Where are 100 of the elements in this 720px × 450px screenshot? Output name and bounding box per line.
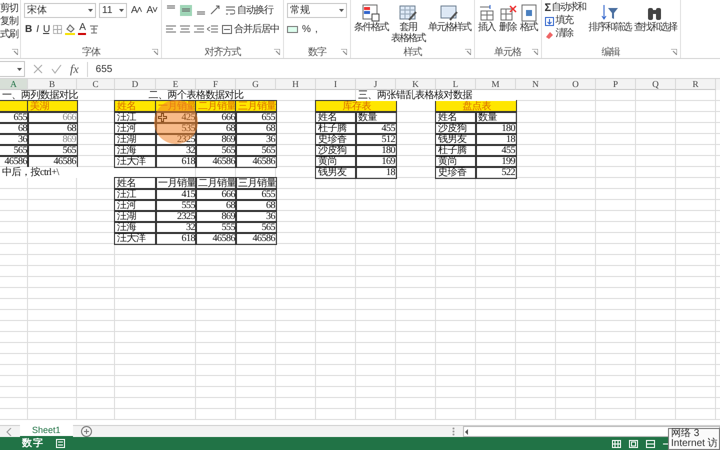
fill-down-icon bbox=[544, 16, 554, 26]
column-header[interactable]: E bbox=[156, 79, 196, 90]
column-header[interactable]: P bbox=[596, 79, 636, 90]
column-header[interactable]: J bbox=[356, 79, 396, 90]
table-cell: 180 bbox=[476, 123, 516, 134]
number-format-field[interactable]: 常规 bbox=[287, 2, 348, 18]
splitter-icon[interactable] bbox=[452, 427, 455, 436]
table-cell: 512 bbox=[356, 134, 396, 145]
font-size-button[interactable]: A˄ bbox=[130, 4, 143, 16]
table-cell: 415 bbox=[156, 189, 196, 200]
group-label: 字体 bbox=[82, 46, 100, 59]
table-cell: 455 bbox=[476, 145, 516, 156]
insert-function-button[interactable]: fx bbox=[70, 62, 79, 76]
header-cell: 三月销量 bbox=[236, 101, 276, 112]
indent-icon[interactable] bbox=[207, 24, 218, 34]
cancel-icon[interactable] bbox=[33, 64, 43, 74]
table-cell: 杜子腾 bbox=[316, 123, 356, 134]
page-layout-icon[interactable] bbox=[629, 440, 638, 448]
enter-icon[interactable] bbox=[51, 64, 62, 74]
column-header[interactable]: D bbox=[115, 79, 156, 90]
table-cell: 565 bbox=[0, 145, 28, 156]
orientation-icon[interactable] bbox=[210, 5, 222, 15]
table-cell: 869 bbox=[28, 134, 77, 145]
launcher-icon[interactable] bbox=[341, 49, 348, 55]
align-icon[interactable] bbox=[165, 24, 176, 34]
cells-button[interactable]: 格式 bbox=[520, 2, 538, 33]
table-cell: 36 bbox=[236, 211, 276, 222]
styles-button[interactable]: 单元格样式 bbox=[428, 2, 471, 33]
clipboard-button[interactable]: 式刷 bbox=[0, 28, 18, 41]
cells-button[interactable]: 删除 bbox=[498, 2, 517, 33]
editing-button[interactable]: 排序和筛选 bbox=[588, 2, 632, 46]
autosum-button[interactable]: Σ 自动求和 bbox=[544, 2, 586, 14]
sort-filter-icon bbox=[600, 4, 619, 22]
launcher-icon[interactable] bbox=[670, 49, 677, 55]
column-header[interactable]: A bbox=[0, 79, 28, 90]
column-header[interactable]: B bbox=[28, 79, 77, 90]
column-header[interactable]: F bbox=[196, 79, 236, 90]
styles-button[interactable]: 套用 表格格式 bbox=[391, 2, 426, 44]
fill-button[interactable]: 填充 bbox=[544, 15, 586, 27]
add-sheet-icon[interactable] bbox=[80, 426, 92, 437]
macro-icon[interactable] bbox=[56, 439, 65, 448]
font-size-field[interactable]: 11 bbox=[99, 2, 127, 18]
fill-color-icon[interactable] bbox=[65, 24, 76, 34]
group-label: 数字 bbox=[308, 46, 326, 59]
table-cell: 46586 bbox=[236, 233, 276, 244]
sheet-tab[interactable]: Sheet1 bbox=[20, 425, 73, 438]
formula-field[interactable]: 655 bbox=[86, 62, 720, 76]
currency-icon[interactable] bbox=[287, 24, 298, 34]
format-button[interactable]: I bbox=[35, 24, 40, 34]
clear-button[interactable]: 清除 bbox=[544, 28, 586, 40]
cells-button[interactable]: 插入 bbox=[478, 2, 496, 33]
column-header[interactable]: C bbox=[77, 79, 115, 90]
font-name-field[interactable]: 宋体 bbox=[24, 2, 96, 18]
column-header[interactable]: N bbox=[516, 79, 556, 90]
normal-view-icon[interactable] bbox=[612, 440, 621, 448]
column-header[interactable]: O bbox=[556, 79, 596, 90]
table-cell: 46586 bbox=[0, 156, 28, 167]
number-button[interactable]: % bbox=[301, 24, 311, 34]
format-button[interactable]: U bbox=[42, 24, 50, 34]
column-header[interactable]: R bbox=[676, 79, 716, 90]
table-cell: 199 bbox=[476, 156, 516, 167]
section-title: 三、两张错乱表格核对数据 bbox=[356, 90, 516, 101]
column-header[interactable]: G bbox=[236, 79, 276, 90]
dropdown-icon bbox=[17, 68, 22, 70]
table-cell: 46586 bbox=[28, 156, 77, 167]
editing-button[interactable]: 查找和选择 bbox=[634, 2, 677, 46]
align-icon[interactable] bbox=[179, 24, 190, 34]
font-color-button[interactable]: A bbox=[78, 23, 86, 35]
table-caption: 盘点表 bbox=[436, 101, 516, 112]
column-header[interactable]: I bbox=[316, 79, 356, 90]
clipboard-button[interactable]: 剪切 bbox=[0, 2, 18, 15]
column-header[interactable]: H bbox=[276, 79, 316, 90]
table-cell: 68 bbox=[236, 123, 276, 134]
table-cell: 汪大洋 bbox=[115, 233, 156, 244]
column-header[interactable]: L bbox=[436, 79, 476, 90]
column-header[interactable]: Q bbox=[636, 79, 676, 90]
styles-button[interactable]: 条件格式 bbox=[354, 2, 388, 33]
border-icon[interactable] bbox=[53, 24, 62, 34]
launcher-icon[interactable] bbox=[12, 49, 18, 55]
note-text: 中后，按ctrl+\ bbox=[0, 167, 115, 178]
clipboard-button[interactable]: 复制 bbox=[0, 15, 18, 28]
number-button[interactable]: , bbox=[314, 24, 318, 34]
table-cell: 535 bbox=[156, 123, 196, 134]
launcher-icon[interactable] bbox=[464, 49, 471, 55]
page-break-icon[interactable] bbox=[646, 440, 655, 448]
vertical-align-icon[interactable] bbox=[180, 4, 192, 16]
wrap-text-button[interactable]: 自动换行 bbox=[225, 3, 274, 17]
font-size-button[interactable]: A˅ bbox=[146, 4, 158, 16]
format-button[interactable]: B bbox=[24, 24, 32, 34]
column-header[interactable]: K bbox=[396, 79, 436, 90]
delete-icon bbox=[498, 4, 517, 22]
launcher-icon[interactable] bbox=[274, 49, 280, 55]
launcher-icon[interactable] bbox=[152, 49, 158, 55]
align-icon[interactable] bbox=[193, 24, 204, 34]
scroll-left-icon[interactable] bbox=[464, 428, 470, 436]
launcher-icon[interactable] bbox=[532, 49, 538, 55]
merge-center-button[interactable]: 合并后居中 bbox=[221, 22, 280, 36]
table-cell: 36 bbox=[0, 134, 28, 145]
column-header[interactable]: M bbox=[476, 79, 516, 90]
dropdown-icon bbox=[119, 8, 124, 12]
